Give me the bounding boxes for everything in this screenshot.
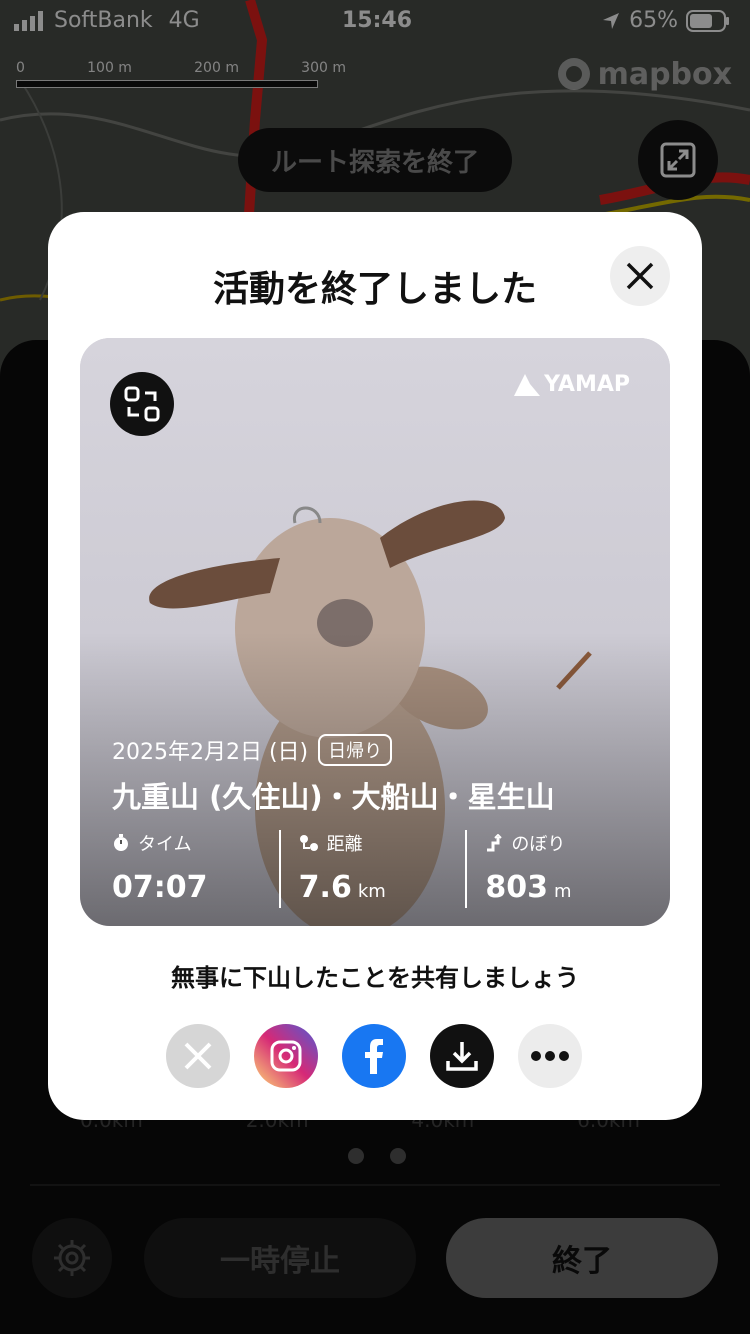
close-icon — [626, 262, 654, 290]
activity-summary: 2025年2月2日 (日) 日帰り 九重山 (久住山)・大船山・星生山 タイム … — [112, 734, 652, 908]
stats-row: タイム 07:07 距離 7.6 km のぼり 803 m — [112, 830, 652, 908]
share-prompt: 無事に下山したことを共有しましょう — [171, 964, 579, 992]
stat-ascent: のぼり 803 m — [465, 830, 652, 908]
stat-value: 7.6 — [298, 870, 352, 905]
swap-photo-button[interactable] — [110, 372, 174, 436]
activity-finished-modal: 活動を終了しました YAMAP 2025年2月2日 (日) 日帰り 九重山 (久… — [48, 212, 702, 1120]
yamap-logo: YAMAP — [514, 372, 630, 397]
activity-date: 2025年2月2日 (日) — [112, 740, 309, 765]
stat-value-distance: 7.6 km — [299, 870, 466, 905]
stat-unit: m — [553, 881, 572, 902]
yamap-text: YAMAP — [544, 372, 630, 397]
stat-label-text: のぼり — [511, 834, 566, 855]
download-button[interactable] — [430, 1024, 494, 1088]
facebook-icon — [365, 1039, 383, 1074]
close-button[interactable] — [610, 246, 670, 306]
stat-label-text: 距離 — [326, 834, 363, 855]
stat-unit: km — [357, 881, 386, 902]
stat-label-text: タイム — [138, 834, 192, 855]
stat-value: 803 — [485, 870, 548, 905]
stat-label-ascent: のぼり — [485, 830, 652, 856]
share-buttons — [166, 1024, 582, 1088]
stat-value: 07:07 — [112, 870, 208, 905]
yamap-mountain-icon — [514, 373, 541, 396]
stopwatch-icon — [114, 834, 128, 851]
modal-title: 活動を終了しました — [212, 269, 537, 310]
date-row: 2025年2月2日 (日) 日帰り — [112, 734, 652, 766]
swap-icon — [124, 386, 160, 422]
activity-share-card: YAMAP 2025年2月2日 (日) 日帰り 九重山 (久住山)・大船山・星生… — [80, 338, 670, 926]
share-instagram-button[interactable] — [254, 1024, 318, 1088]
share-x-button[interactable] — [166, 1024, 230, 1088]
stat-distance: 距離 7.6 km — [278, 830, 466, 908]
stat-label-distance: 距離 — [299, 830, 466, 856]
ascent-icon — [487, 834, 503, 852]
share-facebook-button[interactable] — [342, 1024, 406, 1088]
stat-value-time: 07:07 — [112, 870, 279, 905]
instagram-icon — [270, 1040, 302, 1072]
stat-label-time: タイム — [112, 830, 279, 856]
trip-type-badge: 日帰り — [318, 734, 393, 766]
distance-icon — [299, 835, 318, 851]
x-logo-icon — [184, 1042, 212, 1070]
stat-value-ascent: 803 m — [485, 870, 652, 905]
download-icon — [446, 1042, 478, 1071]
mountain-names: 九重山 (久住山)・大船山・星生山 — [112, 780, 555, 814]
more-icon — [531, 1051, 569, 1061]
stat-time: タイム 07:07 — [112, 830, 279, 908]
more-share-button[interactable] — [518, 1024, 582, 1088]
